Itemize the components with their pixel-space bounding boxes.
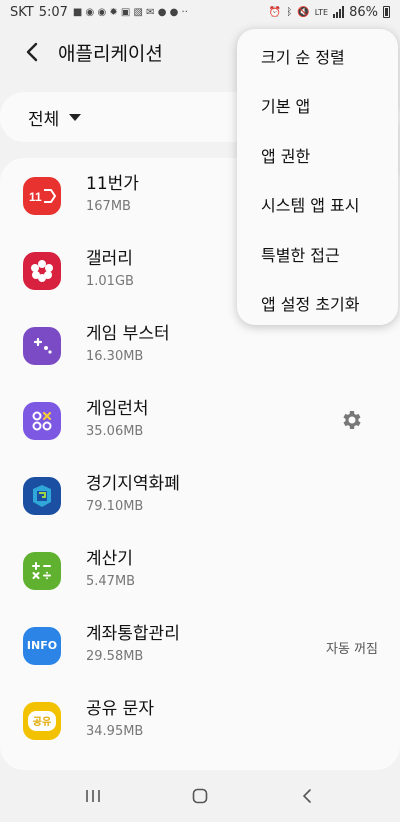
app-size: 35.06MB: [86, 424, 144, 439]
app-size: 79.10MB: [86, 499, 144, 514]
back-arrow-icon: [302, 789, 311, 803]
11st-icon: 11: [23, 176, 61, 215]
recent-apps-button[interactable]: [73, 776, 113, 816]
menu-item-show-system-apps[interactable]: 시스템 앱 표시: [237, 180, 398, 230]
share-message-icon-text: 공유: [32, 717, 52, 728]
mute-icon: 🔇: [297, 6, 310, 18]
carrier-label: SKT: [10, 4, 34, 20]
menu-item-default-apps[interactable]: 기본 앱: [237, 81, 398, 131]
recent-apps-icon: [86, 790, 101, 802]
battery-icon: [383, 6, 390, 18]
app-size: 29.58MB: [86, 649, 144, 664]
status-label: 자동 꺼짐: [326, 642, 378, 657]
navigation-bar: [0, 770, 400, 822]
app-name: 공유 문자: [86, 699, 154, 719]
page-title: 애플리케이션: [58, 42, 163, 65]
battery-percent: 86%: [349, 4, 378, 20]
app-size: 167MB: [86, 199, 131, 214]
app-size: 5.47MB: [86, 574, 136, 589]
menu-item-special-access[interactable]: 특별한 접근: [237, 229, 398, 279]
signal-icon: [333, 6, 345, 18]
menu-item-sort-by-size[interactable]: 크기 순 정렬: [237, 31, 398, 81]
status-left: SKT 5:07 ■ ◉ ◉ ✹ ▣ ▧ ✉ ● ● ··: [10, 5, 188, 20]
account-info-icon-text: INFO: [26, 639, 58, 652]
overflow-menu: 크기 순 정렬 기본 앱 앱 권한 시스템 앱 표시 특별한 접근 앱 설정 초…: [237, 29, 398, 325]
back-button[interactable]: [10, 30, 54, 74]
clock: 5:07: [38, 4, 68, 20]
app-name: 11번가: [86, 174, 139, 194]
app-name: 갤러리: [86, 249, 133, 269]
list-item-game-launcher[interactable]: 게임런처 35.06MB: [0, 383, 400, 458]
status-bar: SKT 5:07 ■ ◉ ◉ ✹ ▣ ▧ ✉ ● ● ·· ⏰ ᛒ 🔇 LTE …: [0, 0, 400, 24]
gear-icon: [343, 411, 361, 429]
app-size: 1.01GB: [86, 274, 134, 289]
list-item-gyeonggi-currency[interactable]: 경기지역화폐 79.10MB: [0, 458, 400, 533]
gallery-flower-icon: [23, 251, 61, 290]
app-name: 경기지역화폐: [86, 474, 180, 494]
app-name: 게임런처: [86, 399, 149, 419]
app-size: 34.95MB: [86, 724, 144, 739]
list-item-calculator[interactable]: 계산기 5.47MB: [0, 533, 400, 608]
status-right: ⏰ ᛒ 🔇 LTE 86%: [269, 5, 390, 20]
game-booster-icon: [23, 326, 61, 365]
share-message-bubble: 공유: [28, 710, 56, 731]
calculator-icon: [23, 551, 61, 590]
app-name: 계좌통합관리: [86, 624, 180, 644]
list-item-share-message[interactable]: 공유 공유 문자 34.95MB: [0, 683, 400, 758]
notification-icons: ■ ◉ ◉ ✹ ▣ ▧ ✉ ● ● ··: [72, 6, 188, 18]
alarm-icon: ⏰: [268, 6, 282, 18]
filter-label: 전체: [28, 109, 60, 130]
app-name: 게임 부스터: [86, 324, 170, 344]
network-type: LTE: [314, 7, 329, 17]
settings-button[interactable]: [336, 405, 366, 435]
back-nav-button[interactable]: [287, 776, 327, 816]
app-size: 16.30MB: [86, 349, 144, 364]
account-info-icon: INFO: [23, 626, 61, 665]
gyeonggi-currency-icon: [23, 476, 61, 515]
app-name: 계산기: [86, 549, 133, 569]
list-item-account-info[interactable]: INFO 계좌통합관리 29.58MB 자동 꺼짐: [0, 608, 400, 683]
dropdown-caret-icon: [69, 113, 82, 121]
menu-item-app-permissions[interactable]: 앱 권한: [237, 130, 398, 180]
home-button[interactable]: [180, 776, 220, 816]
share-message-icon: 공유: [23, 701, 61, 740]
chevron-left-icon: [26, 42, 38, 62]
menu-item-reset-app-preferences[interactable]: 앱 설정 초기화: [237, 279, 398, 329]
home-icon: [192, 788, 208, 804]
svg-text:11: 11: [29, 190, 42, 204]
game-launcher-icon: [23, 401, 61, 440]
bluetooth-icon: ᛒ: [286, 6, 293, 18]
